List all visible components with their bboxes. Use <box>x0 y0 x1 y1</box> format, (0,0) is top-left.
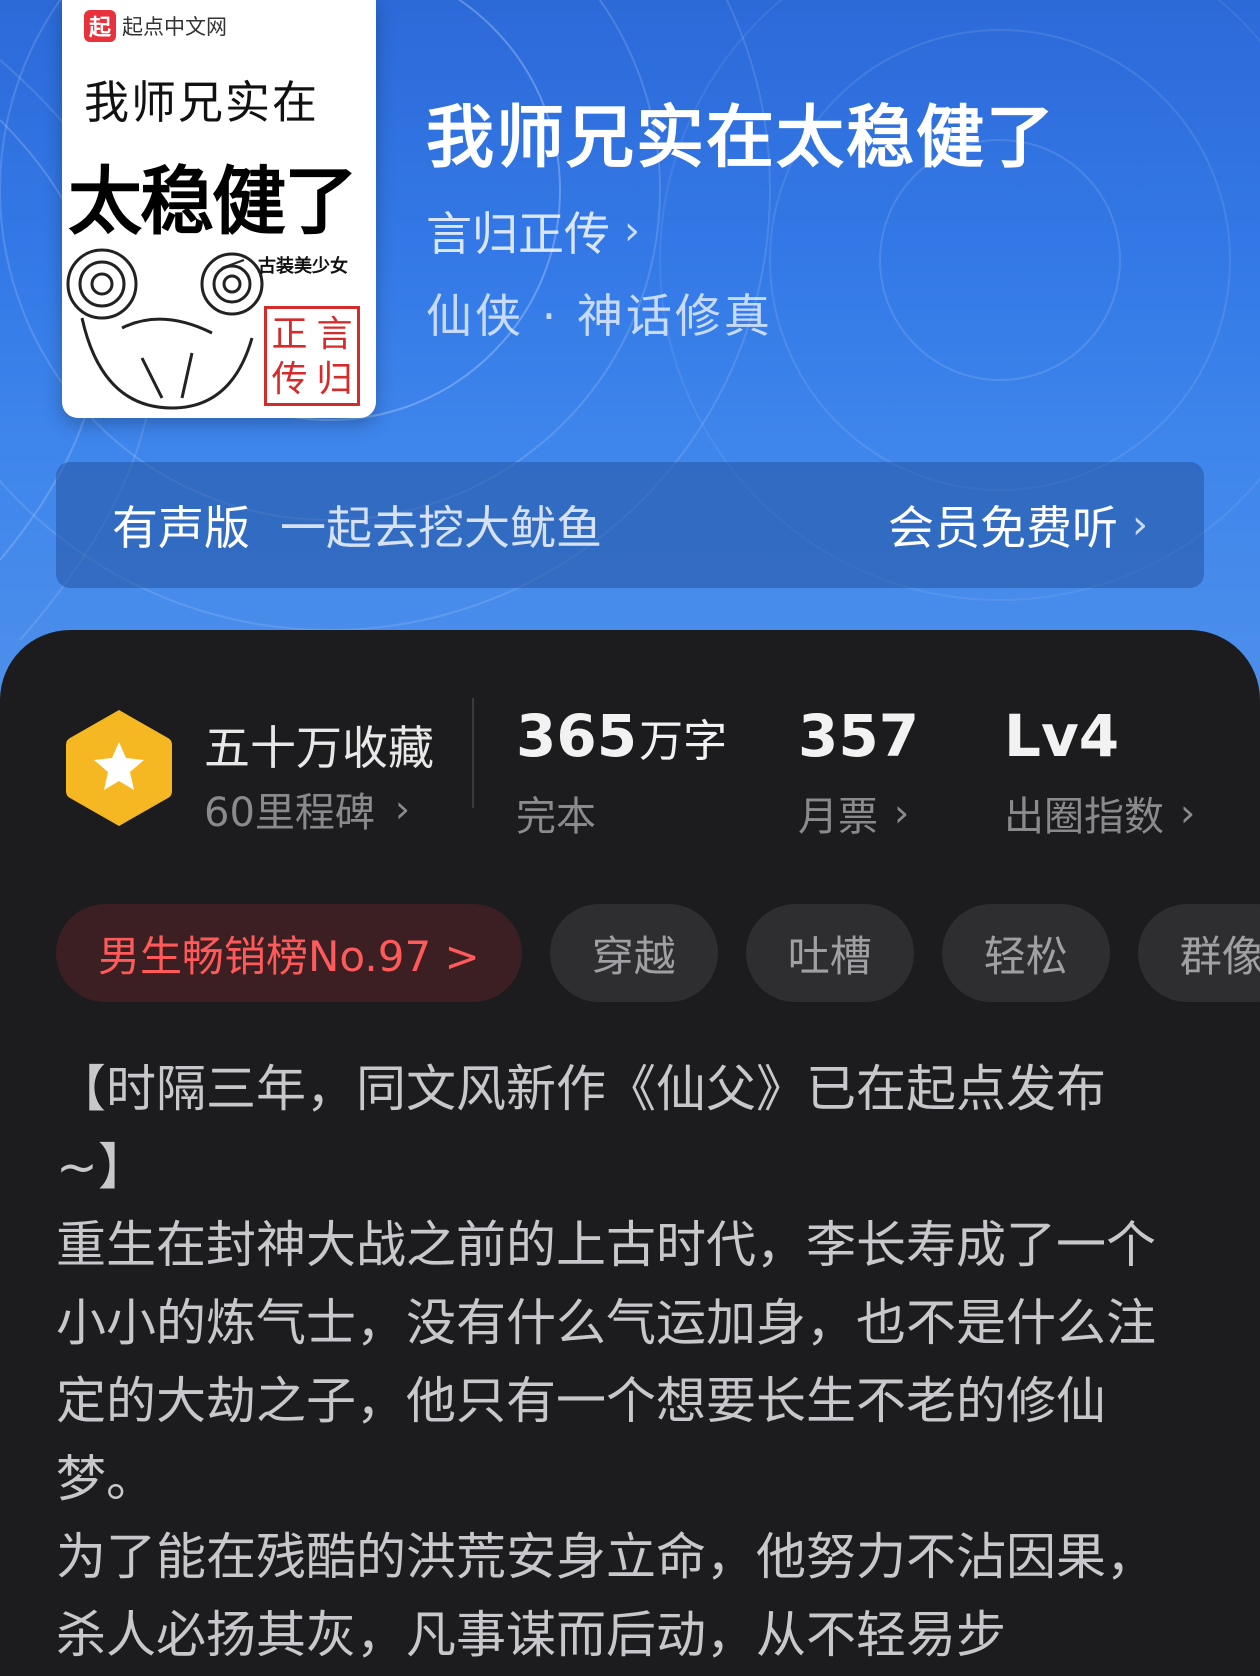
book-description[interactable]: 【时隔三年，同文风新作《仙父》已在起点发布~】 重生在封神大战之前的上古时代，李… <box>56 1050 1186 1674</box>
ranking-tag[interactable]: 男生畅销榜No.97 > <box>56 904 522 1002</box>
cover-subtitle: 古装美少女 <box>258 256 348 277</box>
stats-row: 五十万收藏 60里程碑 › 365 万字 完本 357 月票 › Lv4 出圈指… <box>0 630 1260 850</box>
chevron-right-icon: › <box>1180 791 1196 835</box>
breakout-index-value: Lv4 <box>1004 702 1120 770</box>
tag-chip[interactable]: 穿越 <box>549 904 718 1002</box>
tag-chip[interactable]: 群像 <box>1137 904 1260 1002</box>
hexagon-star-icon <box>66 710 172 826</box>
audio-narrator: 一起去挖大鱿鱼 <box>280 501 602 555</box>
monthly-tickets-value: 357 <box>798 702 920 770</box>
chevron-right-icon: › <box>894 791 910 835</box>
milestone-link[interactable]: 60里程碑 › <box>204 780 410 838</box>
cover-logo: 起 起点中文网 <box>84 10 227 42</box>
breakout-index-stat[interactable]: Lv4 出圈指数 › <box>1004 702 1195 842</box>
word-count-value: 365 <box>516 702 638 770</box>
book-header: 起 起点中文网 我师兄实在 太稳健了 古装美少女 言 正 归 传 我师兄实在太稳… <box>0 0 1260 700</box>
chevron-right-icon: › <box>394 787 411 831</box>
seal-char: 正 <box>271 314 308 355</box>
word-count-unit: 万字 <box>639 716 728 767</box>
book-genre: 仙侠 · 神话修真 <box>426 289 773 343</box>
completion-status: 完本 <box>516 794 596 840</box>
cover-title-line1: 我师兄实在 <box>84 76 320 129</box>
seal-char: 言 <box>316 314 353 355</box>
tag-chip[interactable]: 轻松 <box>941 904 1110 1002</box>
audio-label: 有声版 <box>112 501 250 555</box>
author-name: 言归正传 <box>426 207 610 261</box>
audio-version-banner[interactable]: 有声版 一起去挖大鱿鱼 会员免费听 › <box>56 462 1204 588</box>
chevron-right-icon: › <box>1132 502 1148 548</box>
chevron-right-icon: › <box>624 208 640 254</box>
stats-divider <box>472 698 474 808</box>
author-link[interactable]: 言归正传 › <box>426 198 640 264</box>
book-info-panel: 五十万收藏 60里程碑 › 365 万字 完本 357 月票 › Lv4 出圈指… <box>0 630 1260 1676</box>
breakout-index-label: 出圈指数 <box>1004 794 1164 840</box>
qidian-logo-icon: 起 <box>84 10 116 42</box>
monthly-tickets-label: 月票 <box>798 794 878 840</box>
monthly-tickets-stat[interactable]: 357 月票 › <box>798 702 919 842</box>
milestone-label: 60里程碑 <box>204 790 375 836</box>
member-free-listen-label: 会员免费听 <box>888 501 1118 555</box>
cover-logo-text: 起点中文网 <box>122 15 227 39</box>
cover-title-line2: 太稳健了 <box>68 159 358 245</box>
collection-count: 五十万收藏 <box>204 721 434 775</box>
tag-list: 男生畅销榜No.97 > 穿越 吐槽 轻松 群像 <box>56 904 1260 1002</box>
word-count-stat: 365 万字 完本 <box>516 702 727 842</box>
book-title: 我师兄实在太稳健了 <box>426 98 1057 178</box>
seal-char: 归 <box>316 359 353 400</box>
tag-chip[interactable]: 吐槽 <box>745 904 914 1002</box>
cover-seal-stamp: 言 正 归 传 <box>264 306 360 406</box>
seal-char: 传 <box>271 359 308 400</box>
member-free-listen-button[interactable]: 会员免费听 › <box>888 492 1148 558</box>
book-cover[interactable]: 起 起点中文网 我师兄实在 太稳健了 古装美少女 言 正 归 传 <box>62 0 376 418</box>
